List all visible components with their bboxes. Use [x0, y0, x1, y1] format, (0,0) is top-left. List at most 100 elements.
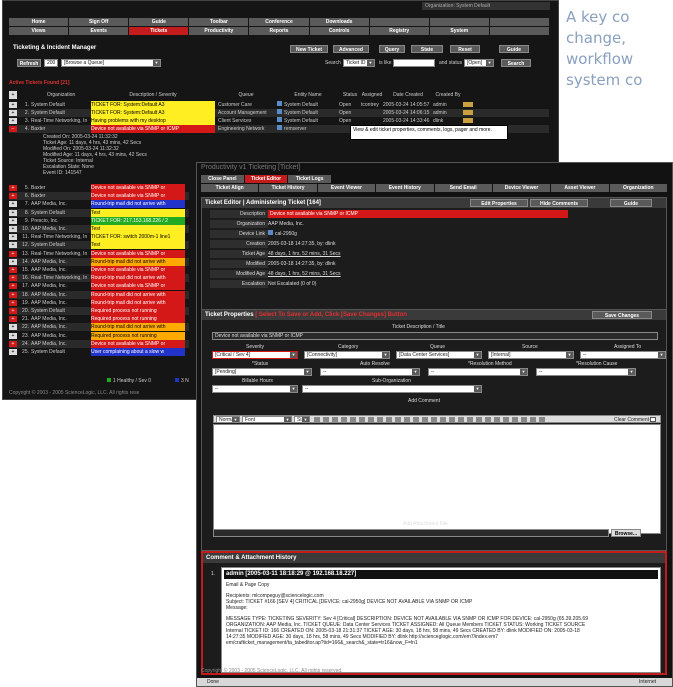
table-row[interactable]: +14. AAP Media, Inc. Round-trip mail did n…: [9, 257, 189, 266]
format-icon[interactable]: [503, 417, 509, 423]
description-cell[interactable]: TICKET FOR: System:Default A3: [91, 109, 215, 117]
nav-item[interactable]: [429, 18, 489, 26]
property-select[interactable]: [Pending]: [212, 368, 312, 376]
nav-item[interactable]: [369, 18, 429, 26]
nav-item[interactable]: Tickets: [129, 27, 189, 35]
expand-icon[interactable]: +: [9, 234, 17, 241]
format-icon[interactable]: [332, 417, 338, 423]
format-icon[interactable]: [512, 417, 518, 423]
expand-icon[interactable]: +: [9, 118, 17, 124]
attachment-input[interactable]: [213, 529, 609, 537]
table-row[interactable]: +5. Baxter Device not available via SNMP o…: [9, 184, 189, 192]
format-select[interactable]: Normal: [216, 416, 240, 423]
toolbar-button[interactable]: Query: [379, 45, 405, 53]
expand-icon[interactable]: +: [9, 110, 17, 116]
expand-icon[interactable]: +: [9, 291, 17, 298]
column-header[interactable]: Created By: [433, 91, 463, 99]
nav-item[interactable]: Ticket Logs: [288, 175, 331, 183]
nav-item[interactable]: System: [429, 27, 489, 35]
table-row[interactable]: +17. AAP Media, Inc. Device not available …: [9, 282, 189, 291]
nav-item[interactable]: Asset Viewer: [551, 184, 609, 192]
nav-item[interactable]: Device Viewer: [492, 184, 551, 192]
expand-icon[interactable]: +: [9, 316, 17, 323]
description-cell[interactable]: Device not available via SNMP or: [91, 282, 185, 291]
description-cell[interactable]: Test: [91, 241, 185, 250]
nav-item[interactable]: Registry: [369, 27, 429, 35]
nav-item[interactable]: Views: [9, 27, 69, 35]
expand-icon[interactable]: +: [9, 308, 17, 314]
table-row[interactable]: +20. System Default Required process not r…: [9, 307, 189, 315]
entity-cell[interactable]: System Default: [277, 109, 339, 117]
expand-icon[interactable]: +: [9, 250, 17, 257]
nav-item[interactable]: Productivity: [189, 27, 249, 35]
expand-icon[interactable]: +: [9, 283, 17, 290]
description-cell[interactable]: Test: [91, 208, 185, 217]
format-icon[interactable]: [359, 417, 365, 423]
nav-item[interactable]: Events: [69, 27, 129, 35]
toolbar-button[interactable]: Reset: [450, 45, 480, 53]
description-cell[interactable]: Device not available via SNMP or: [91, 266, 185, 274]
expand-icon[interactable]: +: [9, 258, 17, 265]
description-cell[interactable]: Round-trip mail did not arrive with: [91, 298, 185, 307]
table-row[interactable]: +25. System Default User complaining about…: [9, 348, 189, 356]
description-cell[interactable]: User complaining about a slow w: [91, 348, 185, 356]
table-row[interactable]: +8. System Default Test: [9, 208, 189, 217]
format-icon[interactable]: [449, 417, 455, 423]
browse-button[interactable]: Browse...: [611, 529, 641, 537]
format-icon[interactable]: [467, 417, 473, 423]
nav-item[interactable]: [489, 27, 549, 35]
save-changes-button[interactable]: Save Changes: [592, 311, 652, 319]
format-icon[interactable]: [458, 417, 464, 423]
description-cell[interactable]: Round-trip mail did not arrive with: [91, 290, 185, 299]
nav-item[interactable]: Sign Off: [69, 18, 129, 26]
property-select[interactable]: --: [302, 385, 482, 393]
table-row[interactable]: +9. Prescio, Inc. TICKET FOR: 217.153.168.…: [9, 216, 189, 225]
format-icon[interactable]: [323, 417, 329, 423]
format-icon[interactable]: [476, 417, 482, 423]
description-cell[interactable]: Round-trip mail did not arrive with: [91, 257, 185, 266]
nav-item[interactable]: Downloads: [309, 18, 369, 26]
size-select[interactable]: Size: [294, 416, 310, 423]
table-row[interactable]: +6. Baxter Device not available via SNMP o…: [9, 192, 189, 201]
property-select[interactable]: [Critical / Sev 4]: [212, 351, 298, 359]
nav-item[interactable]: Ticket History: [259, 184, 317, 192]
column-header[interactable]: Status: [339, 91, 361, 99]
expand-icon[interactable]: +: [9, 201, 17, 208]
nav-item[interactable]: Conference: [249, 18, 309, 26]
property-select[interactable]: [Internal]: [488, 351, 574, 359]
format-icon[interactable]: [350, 417, 356, 423]
search-input[interactable]: [393, 59, 435, 67]
format-icon[interactable]: [440, 417, 446, 423]
property-select[interactable]: --: [212, 385, 298, 393]
property-select[interactable]: --: [536, 368, 636, 376]
description-cell[interactable]: TICKET FOR: switch 2000m-1 line1: [91, 233, 185, 242]
expand-icon[interactable]: +: [9, 340, 17, 347]
entity-cell[interactable]: System Default: [277, 101, 339, 109]
property-select[interactable]: --: [428, 368, 528, 376]
format-icon[interactable]: [422, 417, 428, 423]
format-icon[interactable]: [404, 417, 410, 423]
expand-icon[interactable]: +: [9, 242, 17, 249]
format-icon[interactable]: [386, 417, 392, 423]
nav-item[interactable]: Controls: [309, 27, 369, 35]
guide-button[interactable]: Guide: [610, 199, 652, 207]
field-value[interactable]: 48 days, 1 hrs, 52 mins, 31 Secs: [268, 250, 341, 258]
table-row[interactable]: +13. Real-Time Networking, In Device not a…: [9, 249, 189, 258]
expand-icon[interactable]: +: [9, 324, 17, 331]
expand-icon[interactable]: +: [9, 102, 17, 108]
hide-comments-button[interactable]: Hide Comments: [530, 199, 588, 207]
nav-item[interactable]: Organization: [609, 184, 667, 192]
format-icon[interactable]: [395, 417, 401, 423]
expand-icon[interactable]: +: [9, 299, 17, 306]
description-input[interactable]: Device not available via SNMP or ICMP: [212, 332, 658, 340]
edit-properties-button[interactable]: Edit Properties: [470, 199, 528, 207]
nav-item[interactable]: Event Viewer: [317, 184, 376, 192]
comment-editor[interactable]: [213, 424, 661, 534]
column-header[interactable]: Assigned: [361, 91, 383, 99]
refresh-button[interactable]: Refresh: [17, 59, 41, 67]
format-icon[interactable]: [521, 417, 527, 423]
nav-item[interactable]: Ticket Editor: [244, 175, 288, 183]
description-cell[interactable]: Required process not running: [91, 331, 185, 340]
table-row[interactable]: +15. AAP Media, Inc. Device not available …: [9, 266, 189, 274]
nav-item[interactable]: Home: [9, 18, 69, 26]
